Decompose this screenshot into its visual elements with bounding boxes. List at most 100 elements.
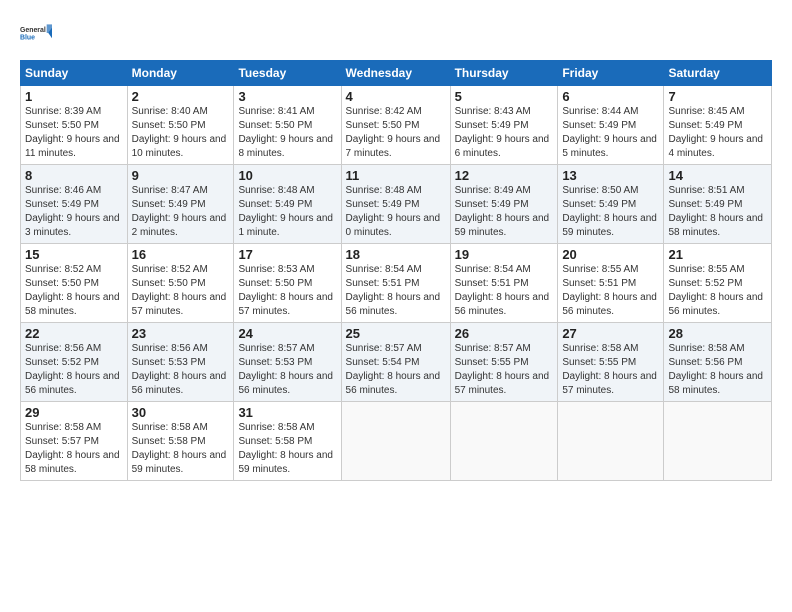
- day-detail: Sunrise: 8:58 AMSunset: 5:55 PMDaylight:…: [562, 342, 659, 398]
- day-detail: Sunrise: 8:55 AMSunset: 5:51 PMDaylight:…: [562, 263, 659, 319]
- day-cell: 4 Sunrise: 8:42 AMSunset: 5:50 PMDayligh…: [341, 86, 450, 165]
- col-header-wednesday: Wednesday: [341, 61, 450, 86]
- day-cell: 23 Sunrise: 8:56 AMSunset: 5:53 PMDaylig…: [127, 323, 234, 402]
- day-number: 15: [25, 247, 123, 262]
- day-number: 26: [455, 326, 554, 341]
- day-cell: 19 Sunrise: 8:54 AMSunset: 5:51 PMDaylig…: [450, 244, 558, 323]
- day-cell: 18 Sunrise: 8:54 AMSunset: 5:51 PMDaylig…: [341, 244, 450, 323]
- day-cell: 29 Sunrise: 8:58 AMSunset: 5:57 PMDaylig…: [21, 402, 128, 481]
- day-cell: 3 Sunrise: 8:41 AMSunset: 5:50 PMDayligh…: [234, 86, 341, 165]
- day-detail: Sunrise: 8:44 AMSunset: 5:49 PMDaylight:…: [562, 105, 659, 161]
- page: General Blue SundayMondayTuesdayWednesda…: [0, 0, 792, 612]
- col-header-monday: Monday: [127, 61, 234, 86]
- day-number: 6: [562, 89, 659, 104]
- day-number: 14: [668, 168, 767, 183]
- day-cell: 20 Sunrise: 8:55 AMSunset: 5:51 PMDaylig…: [558, 244, 664, 323]
- logo-icon: General Blue: [20, 18, 52, 50]
- svg-text:General: General: [20, 27, 46, 34]
- day-number: 18: [346, 247, 446, 262]
- day-cell: 21 Sunrise: 8:55 AMSunset: 5:52 PMDaylig…: [664, 244, 772, 323]
- day-detail: Sunrise: 8:54 AMSunset: 5:51 PMDaylight:…: [455, 263, 554, 319]
- day-detail: Sunrise: 8:55 AMSunset: 5:52 PMDaylight:…: [668, 263, 767, 319]
- day-number: 16: [132, 247, 230, 262]
- day-number: 3: [238, 89, 336, 104]
- col-header-friday: Friday: [558, 61, 664, 86]
- day-number: 12: [455, 168, 554, 183]
- day-detail: Sunrise: 8:48 AMSunset: 5:49 PMDaylight:…: [238, 184, 336, 240]
- day-detail: Sunrise: 8:51 AMSunset: 5:49 PMDaylight:…: [668, 184, 767, 240]
- day-cell: [664, 402, 772, 481]
- day-cell: 5 Sunrise: 8:43 AMSunset: 5:49 PMDayligh…: [450, 86, 558, 165]
- day-detail: Sunrise: 8:45 AMSunset: 5:49 PMDaylight:…: [668, 105, 767, 161]
- day-cell: 11 Sunrise: 8:48 AMSunset: 5:49 PMDaylig…: [341, 165, 450, 244]
- day-detail: Sunrise: 8:56 AMSunset: 5:52 PMDaylight:…: [25, 342, 123, 398]
- day-number: 30: [132, 405, 230, 420]
- day-cell: 31 Sunrise: 8:58 AMSunset: 5:58 PMDaylig…: [234, 402, 341, 481]
- day-cell: 27 Sunrise: 8:58 AMSunset: 5:55 PMDaylig…: [558, 323, 664, 402]
- calendar-table: SundayMondayTuesdayWednesdayThursdayFrid…: [20, 60, 772, 481]
- day-detail: Sunrise: 8:52 AMSunset: 5:50 PMDaylight:…: [132, 263, 230, 319]
- svg-text:Blue: Blue: [20, 34, 35, 41]
- day-detail: Sunrise: 8:49 AMSunset: 5:49 PMDaylight:…: [455, 184, 554, 240]
- day-number: 23: [132, 326, 230, 341]
- day-number: 2: [132, 89, 230, 104]
- col-header-thursday: Thursday: [450, 61, 558, 86]
- day-detail: Sunrise: 8:50 AMSunset: 5:49 PMDaylight:…: [562, 184, 659, 240]
- day-detail: Sunrise: 8:58 AMSunset: 5:58 PMDaylight:…: [132, 421, 230, 477]
- day-detail: Sunrise: 8:41 AMSunset: 5:50 PMDaylight:…: [238, 105, 336, 161]
- week-row-3: 15 Sunrise: 8:52 AMSunset: 5:50 PMDaylig…: [21, 244, 772, 323]
- day-number: 5: [455, 89, 554, 104]
- day-cell: 16 Sunrise: 8:52 AMSunset: 5:50 PMDaylig…: [127, 244, 234, 323]
- day-cell: 10 Sunrise: 8:48 AMSunset: 5:49 PMDaylig…: [234, 165, 341, 244]
- day-cell: 14 Sunrise: 8:51 AMSunset: 5:49 PMDaylig…: [664, 165, 772, 244]
- week-row-5: 29 Sunrise: 8:58 AMSunset: 5:57 PMDaylig…: [21, 402, 772, 481]
- day-number: 24: [238, 326, 336, 341]
- col-header-sunday: Sunday: [21, 61, 128, 86]
- day-detail: Sunrise: 8:43 AMSunset: 5:49 PMDaylight:…: [455, 105, 554, 161]
- col-header-tuesday: Tuesday: [234, 61, 341, 86]
- day-number: 21: [668, 247, 767, 262]
- day-cell: 24 Sunrise: 8:57 AMSunset: 5:53 PMDaylig…: [234, 323, 341, 402]
- day-number: 25: [346, 326, 446, 341]
- day-number: 17: [238, 247, 336, 262]
- day-number: 20: [562, 247, 659, 262]
- day-cell: 26 Sunrise: 8:57 AMSunset: 5:55 PMDaylig…: [450, 323, 558, 402]
- day-detail: Sunrise: 8:47 AMSunset: 5:49 PMDaylight:…: [132, 184, 230, 240]
- day-detail: Sunrise: 8:58 AMSunset: 5:56 PMDaylight:…: [668, 342, 767, 398]
- day-cell: 9 Sunrise: 8:47 AMSunset: 5:49 PMDayligh…: [127, 165, 234, 244]
- day-cell: [450, 402, 558, 481]
- day-number: 19: [455, 247, 554, 262]
- day-detail: Sunrise: 8:39 AMSunset: 5:50 PMDaylight:…: [25, 105, 123, 161]
- day-number: 31: [238, 405, 336, 420]
- day-cell: 15 Sunrise: 8:52 AMSunset: 5:50 PMDaylig…: [21, 244, 128, 323]
- day-detail: Sunrise: 8:58 AMSunset: 5:57 PMDaylight:…: [25, 421, 123, 477]
- logo: General Blue: [20, 18, 52, 50]
- day-number: 10: [238, 168, 336, 183]
- day-cell: 28 Sunrise: 8:58 AMSunset: 5:56 PMDaylig…: [664, 323, 772, 402]
- day-detail: Sunrise: 8:40 AMSunset: 5:50 PMDaylight:…: [132, 105, 230, 161]
- day-cell: 2 Sunrise: 8:40 AMSunset: 5:50 PMDayligh…: [127, 86, 234, 165]
- day-detail: Sunrise: 8:53 AMSunset: 5:50 PMDaylight:…: [238, 263, 336, 319]
- day-number: 4: [346, 89, 446, 104]
- day-cell: [558, 402, 664, 481]
- day-number: 11: [346, 168, 446, 183]
- day-number: 1: [25, 89, 123, 104]
- week-row-4: 22 Sunrise: 8:56 AMSunset: 5:52 PMDaylig…: [21, 323, 772, 402]
- day-number: 7: [668, 89, 767, 104]
- week-row-2: 8 Sunrise: 8:46 AMSunset: 5:49 PMDayligh…: [21, 165, 772, 244]
- day-cell: 12 Sunrise: 8:49 AMSunset: 5:49 PMDaylig…: [450, 165, 558, 244]
- day-cell: 13 Sunrise: 8:50 AMSunset: 5:49 PMDaylig…: [558, 165, 664, 244]
- day-detail: Sunrise: 8:57 AMSunset: 5:53 PMDaylight:…: [238, 342, 336, 398]
- day-detail: Sunrise: 8:48 AMSunset: 5:49 PMDaylight:…: [346, 184, 446, 240]
- day-cell: 1 Sunrise: 8:39 AMSunset: 5:50 PMDayligh…: [21, 86, 128, 165]
- header: General Blue: [20, 18, 772, 50]
- day-detail: Sunrise: 8:58 AMSunset: 5:58 PMDaylight:…: [238, 421, 336, 477]
- day-cell: 17 Sunrise: 8:53 AMSunset: 5:50 PMDaylig…: [234, 244, 341, 323]
- day-cell: 6 Sunrise: 8:44 AMSunset: 5:49 PMDayligh…: [558, 86, 664, 165]
- day-cell: 22 Sunrise: 8:56 AMSunset: 5:52 PMDaylig…: [21, 323, 128, 402]
- day-number: 13: [562, 168, 659, 183]
- day-cell: 8 Sunrise: 8:46 AMSunset: 5:49 PMDayligh…: [21, 165, 128, 244]
- day-detail: Sunrise: 8:54 AMSunset: 5:51 PMDaylight:…: [346, 263, 446, 319]
- day-detail: Sunrise: 8:46 AMSunset: 5:49 PMDaylight:…: [25, 184, 123, 240]
- day-detail: Sunrise: 8:56 AMSunset: 5:53 PMDaylight:…: [132, 342, 230, 398]
